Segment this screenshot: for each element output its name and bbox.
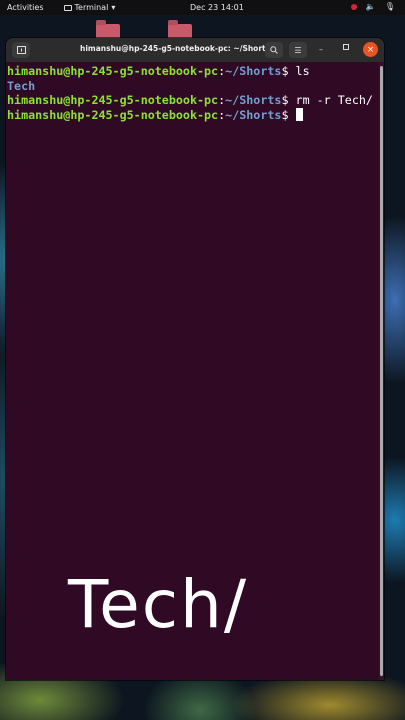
command-output: Tech [7,78,36,93]
scrollbar-thumb[interactable] [380,66,383,676]
microphone-icon[interactable]: 🎙 [385,2,395,11]
clock[interactable]: Dec 23 14:01 [190,3,244,12]
close-button[interactable]: × [363,42,378,57]
new-tab-icon [16,46,26,54]
command-text: rm -r Tech/ [295,93,373,107]
terminal-line: himanshu@hp-245-g5-notebook-pc:~/Shorts$… [7,64,378,79]
chevron-down-icon: ▾ [111,3,116,12]
prompt-user: himanshu@hp-245-g5-notebook-pc [7,107,219,122]
prompt-path: ~/Shorts [225,93,282,107]
search-icon [270,46,278,54]
terminal-window[interactable]: himanshu@hp-245-g5-notebook-pc: ~/Shorts… [6,38,384,680]
new-tab-button[interactable] [12,42,30,58]
top-bar: Activities Terminal ▾ Dec 23 14:01 🔈 🎙 [0,0,405,15]
terminal-line: himanshu@hp-245-g5-notebook-pc:~/Shorts$ [7,107,378,123]
title-bar[interactable]: himanshu@hp-245-g5-notebook-pc: ~/Shorts… [6,38,384,62]
activities-button[interactable]: Activities [7,3,44,12]
prompt-symbol: $ [281,93,296,107]
terminal-line: himanshu@hp-245-g5-notebook-pc:~/Shorts$… [7,93,378,108]
record-indicator-icon[interactable] [350,3,357,10]
command-text: ls [295,64,310,78]
close-icon: × [366,44,375,55]
desktop-home-folder-icon[interactable] [96,20,120,40]
prompt-symbol: $ [281,107,296,122]
text-cursor [295,107,303,121]
prompt-user: himanshu@hp-245-g5-notebook-pc [7,64,219,78]
prompt-path: ~/Shorts [225,64,282,78]
search-button[interactable] [265,42,283,58]
maximize-button[interactable] [343,44,349,50]
volume-icon[interactable]: 🔈 [366,2,376,11]
prompt-path: ~/Shorts [225,107,282,122]
window-title: himanshu@hp-245-g5-notebook-pc: ~/Shorts [80,44,271,53]
terminal-icon [63,4,72,11]
app-menu[interactable]: Terminal ▾ [63,3,116,12]
hamburger-icon: ☰ [294,45,302,55]
overlay-caption: Tech/ [68,566,249,643]
minimize-button[interactable]: – [319,45,323,54]
prompt-symbol: $ [281,64,296,78]
prompt-user: himanshu@hp-245-g5-notebook-pc [7,93,219,107]
hamburger-menu-button[interactable]: ☰ [289,42,307,58]
desktop-folder-icon[interactable] [168,20,192,40]
system-tray[interactable]: 🔈 🎙 [350,2,395,11]
app-menu-label: Terminal [74,3,109,12]
